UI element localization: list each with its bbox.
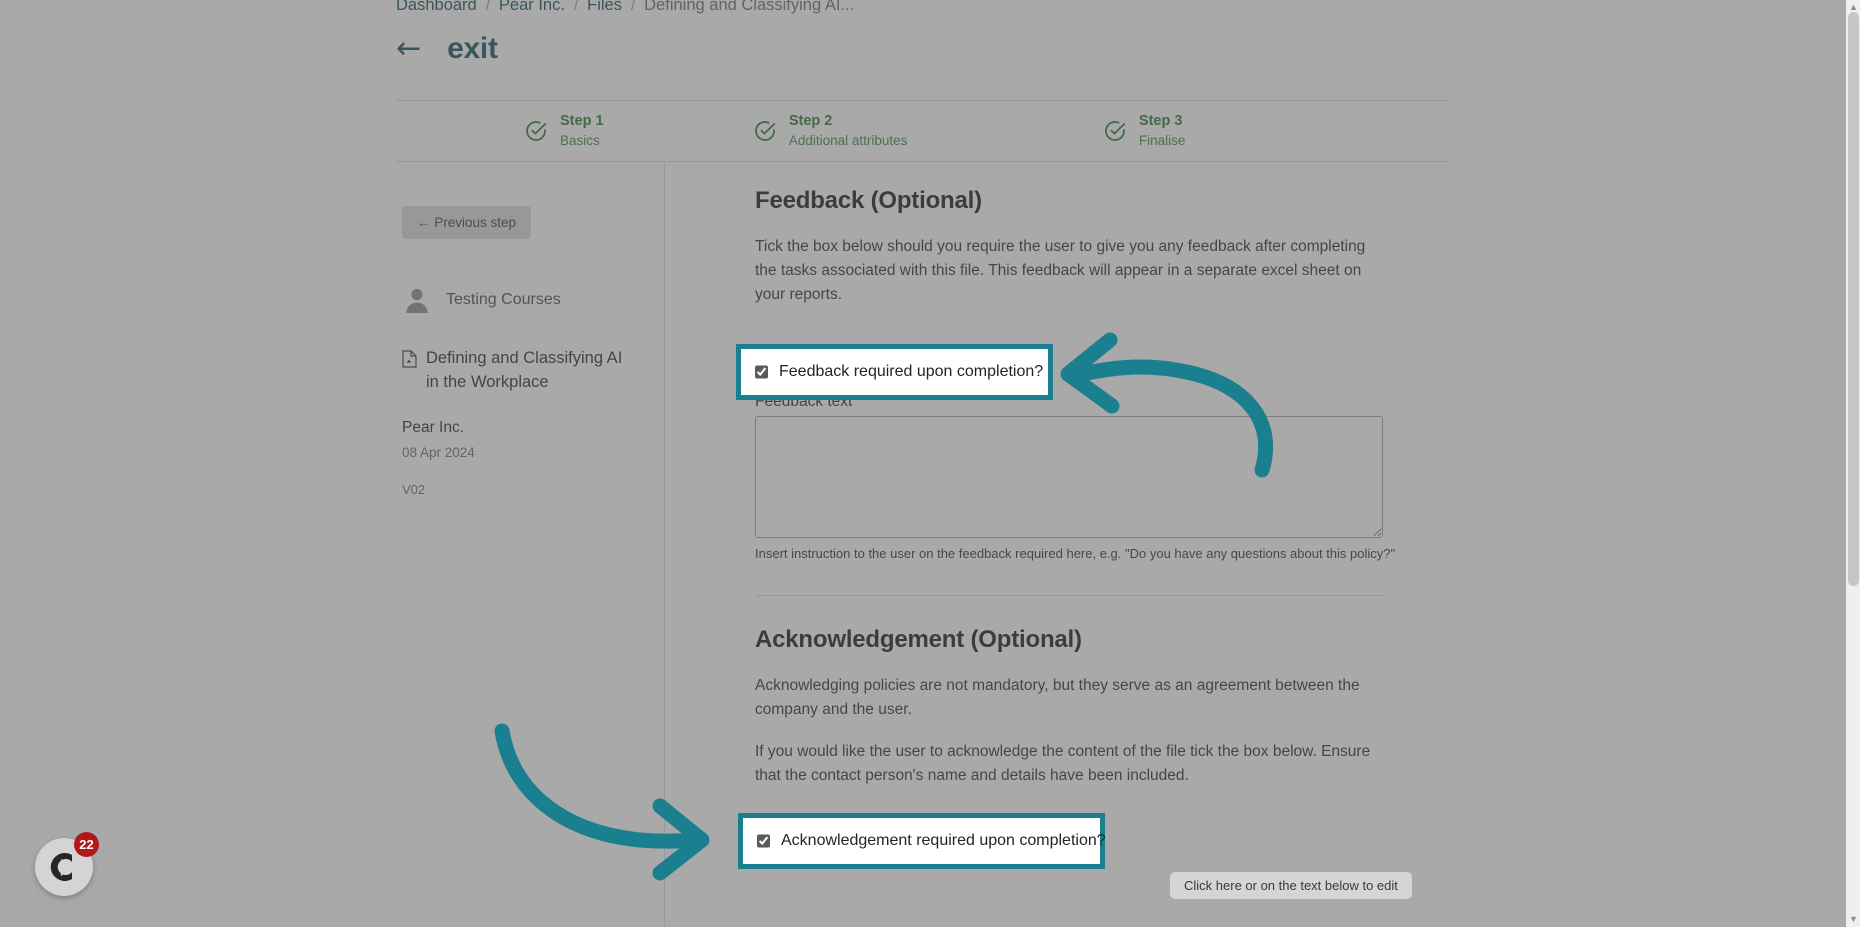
acknowledgement-checkbox-highlight: Acknowledgement required upon completion… (738, 813, 1106, 869)
step-indicator-3[interactable]: Step 3 Finalise (1098, 111, 1448, 151)
previous-step-button[interactable]: ← Previous step (402, 206, 532, 239)
breadcrumb-item-current-file: Defining and Classifying AI... (644, 0, 855, 14)
breadcrumb-item-dashboard[interactable]: Dashboard (396, 0, 477, 15)
file-owner: Testing Courses (402, 285, 664, 315)
scroll-up-arrow-icon[interactable]: ▲ (1848, 2, 1859, 13)
exit-label[interactable]: exit (447, 32, 498, 66)
step-indicator-1[interactable]: Step 1 Basics (396, 111, 748, 151)
breadcrumb-separator: / (485, 0, 490, 14)
check-circle-icon (525, 120, 547, 142)
step-title: Step 1 (560, 113, 604, 129)
file-owner-name: Testing Courses (446, 291, 561, 308)
breadcrumb: Dashboard / Pear Inc. / Files / Defining… (396, 0, 854, 15)
feedback-checkbox-highlight: Feedback required upon completion? (736, 344, 1053, 400)
file-company: Pear Inc. (402, 418, 465, 436)
file-title: Defining and Classifying AI in the Workp… (426, 349, 623, 391)
breadcrumb-item-company[interactable]: Pear Inc. (499, 0, 565, 15)
step-subtitle: Additional attributes (788, 133, 908, 148)
exit-header[interactable]: ← exit (396, 32, 498, 66)
feedback-text-block: Feedback text Insert instruction to the … (755, 393, 1448, 561)
feedback-section-title: Feedback (Optional) (755, 187, 982, 214)
section-divider (755, 595, 1383, 597)
file-version: V02 (402, 481, 426, 497)
avatar (402, 285, 432, 315)
breadcrumb-separator: / (573, 0, 579, 14)
document-icon (402, 350, 418, 395)
file-title-row: Defining and Classifying AI in the Workp… (402, 347, 664, 395)
breadcrumb-separator: / (630, 0, 636, 14)
feedback-required-checkbox-row[interactable]: Feedback required upon completion? (741, 349, 1048, 395)
chat-widget[interactable]: 22 (35, 832, 99, 896)
step-title: Step 2 (788, 113, 833, 129)
chat-unread-badge: 22 (74, 832, 99, 857)
acknowledgement-paragraph-1: Acknowledging policies are not mandatory… (755, 677, 1360, 719)
step-subtitle: Finalise (1138, 133, 1186, 148)
check-circle-icon (1104, 120, 1126, 142)
acknowledgement-required-label: Acknowledgement required upon completion… (781, 832, 1106, 849)
acknowledgement-required-checkbox[interactable] (757, 834, 770, 848)
step-progress-bar: Step 1 Basics Step 2 Additional attribut… (396, 100, 1448, 162)
feedback-textarea[interactable] (755, 416, 1383, 539)
feedback-description: Tick the box below should you require th… (755, 238, 1366, 304)
feedback-required-label: Feedback required upon completion? (779, 363, 1044, 380)
acknowledgement-required-checkbox-row[interactable]: Acknowledgement required upon completion… (743, 818, 1106, 864)
breadcrumb-item-files[interactable]: Files (587, 0, 622, 15)
step-indicator-2[interactable]: Step 2 Additional attributes (748, 111, 1098, 151)
file-summary-sidebar: ← Previous step Testing Courses Defining… (396, 163, 665, 927)
app-page: Dashboard / Pear Inc. / Files / Defining… (0, 0, 1860, 927)
step-subtitle: Basics (560, 133, 600, 148)
check-circle-icon (754, 120, 776, 142)
file-date: 08 Apr 2024 (402, 444, 475, 460)
edit-hint-tooltip[interactable]: Click here or on the text below to edit (1170, 872, 1412, 899)
feedback-required-checkbox[interactable] (755, 365, 768, 379)
feedback-helper-text: Insert instruction to the user on the fe… (755, 546, 1396, 562)
acknowledgement-section-title: Acknowledgement (Optional) (755, 626, 1082, 654)
scroll-down-arrow-icon[interactable]: ▼ (1848, 914, 1859, 925)
step-title: Step 3 (1138, 113, 1183, 129)
acknowledgement-paragraph-2: If you would like the user to acknowledg… (755, 743, 1371, 785)
back-arrow-icon[interactable]: ← (396, 34, 421, 64)
page-scrollbar-thumb[interactable] (1848, 12, 1859, 586)
